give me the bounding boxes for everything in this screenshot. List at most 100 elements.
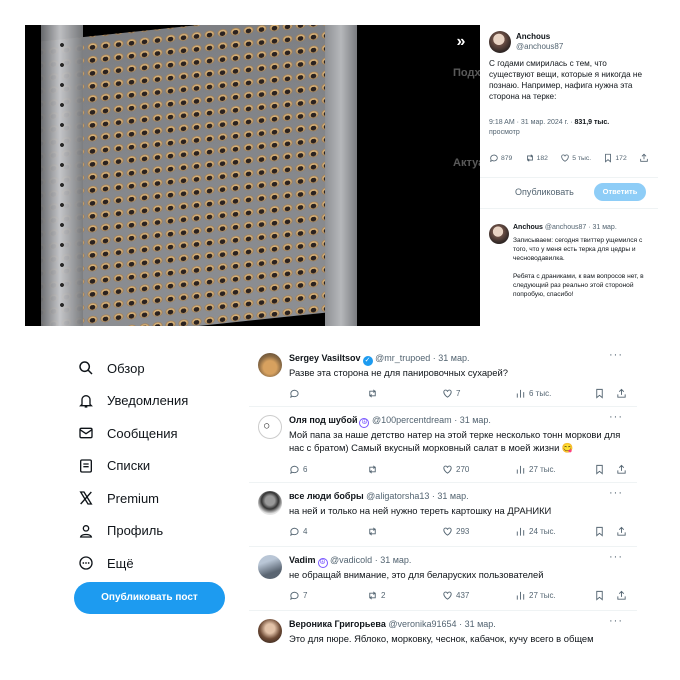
more-options-icon[interactable]: ··· [609, 615, 623, 627]
reply-text: на ней и только на ней нужно тереть карт… [289, 505, 552, 516]
reply-action[interactable] [289, 388, 303, 399]
more-options-icon[interactable]: ··· [609, 411, 623, 423]
reply-author-name[interactable]: Оля под шубой [289, 415, 357, 425]
sidebar-item-more[interactable]: Ещё [77, 547, 237, 580]
reply-text: Мой папа за наше детство натер на этой т… [289, 429, 621, 453]
repost-action[interactable] [367, 526, 381, 537]
more-options-icon[interactable]: ··· [609, 487, 623, 499]
author-handle[interactable]: @anchous87 [516, 42, 563, 52]
author-name[interactable]: Anchous [516, 32, 563, 42]
thread-reply-paragraph: Записываем: сегодня твиттер ущемился с т… [513, 237, 643, 262]
sidebar-item-explore[interactable]: Обзор [77, 352, 237, 385]
repost-action[interactable] [367, 388, 381, 399]
views-count: 24 тыс. [529, 527, 556, 536]
reply-date: · 31 мар. [432, 353, 470, 363]
list-item[interactable]: все люди бобры @aligatorsha13 · 31 мар. … [249, 483, 637, 547]
reply-author-handle[interactable]: @100percentdream [372, 415, 452, 425]
publish-post-button[interactable]: Опубликовать пост [74, 582, 225, 614]
chevrons-right-icon[interactable]: » [450, 31, 472, 53]
repost-icon [369, 527, 376, 536]
share-action[interactable] [616, 526, 627, 537]
share-action[interactable] [639, 153, 649, 163]
views-count: 27 тыс. [529, 591, 556, 600]
repost-count: 182 [536, 154, 548, 162]
author-handle[interactable]: @anchous87 [545, 224, 586, 231]
list-item[interactable]: Sergey Vasiltsov ✓ @mr_trupoed · 31 мар. … [249, 345, 637, 407]
reply-author-name[interactable]: Vadim [289, 555, 316, 565]
like-action[interactable]: 7 [442, 388, 460, 399]
avatar[interactable] [258, 555, 282, 579]
heart-icon [443, 527, 452, 536]
tweet-author[interactable]: Anchous @anchous87 [489, 31, 563, 53]
sidebar-item-messages[interactable]: Сообщения [77, 417, 237, 450]
tweet-time[interactable]: 9:18 AM · 31 мар. 2024 г. · [489, 119, 575, 126]
bookmark-action[interactable] [594, 590, 605, 601]
list-icon [77, 457, 95, 475]
reply-header: Vadim ☮ @vadicold · 31 мар. [289, 555, 411, 568]
avatar[interactable] [258, 619, 282, 643]
share-action[interactable] [616, 464, 627, 475]
reply-icon [290, 527, 299, 537]
reply-author-handle[interactable]: @aligatorsha13 [366, 491, 429, 501]
reply-author-handle[interactable]: @vadicold [330, 555, 372, 565]
avatar[interactable] [489, 224, 509, 244]
reply-author-handle[interactable]: @veronika91654 [388, 619, 456, 629]
like-action[interactable]: 437 [442, 590, 469, 601]
like-action[interactable]: 293 [442, 526, 469, 537]
reply-text: Разве эта сторона не для панировочных су… [289, 367, 508, 378]
avatar[interactable] [489, 31, 511, 53]
reply-action[interactable]: 7 [289, 590, 307, 601]
envelope-icon [77, 424, 95, 442]
sidebar-item-profile[interactable]: Профиль [77, 515, 237, 548]
sidebar-item-label: Сообщения [107, 425, 178, 441]
share-action[interactable] [616, 590, 627, 601]
share-action[interactable] [616, 388, 627, 399]
like-action[interactable]: 5 тыс. [560, 153, 591, 163]
bookmark-action[interactable]: 172 [603, 153, 627, 163]
reply-author-name[interactable]: все люди бобры [289, 491, 364, 501]
grater-side-edge [41, 25, 83, 326]
sidebar-item-premium[interactable]: Premium [77, 482, 237, 515]
author-name[interactable]: Anchous [513, 224, 543, 231]
share-icon [640, 153, 648, 162]
reply-input[interactable]: Опубликовать [515, 187, 574, 197]
avatar[interactable] [258, 415, 282, 439]
like-action[interactable]: 270 [442, 464, 469, 475]
reply-submit-button[interactable]: Ответить [594, 183, 646, 201]
tweet-media-image[interactable]: Подход Актуал » [25, 25, 480, 326]
x-logo-icon [77, 489, 95, 507]
bookmark-action[interactable] [594, 464, 605, 475]
reply-author-handle[interactable]: @mr_trupoed [375, 353, 430, 363]
sidebar-item-label: Списки [107, 458, 151, 474]
views-action[interactable]: 27 тыс. [515, 464, 556, 475]
views-action[interactable]: 24 тыс. [515, 526, 556, 537]
bookmark-action[interactable] [594, 526, 605, 537]
more-options-icon[interactable]: ··· [609, 349, 623, 361]
more-options-icon[interactable]: ··· [609, 551, 623, 563]
views-action[interactable]: 27 тыс. [515, 590, 556, 601]
avatar[interactable] [258, 491, 282, 515]
reply-action[interactable]: 6 [289, 464, 307, 475]
reply-author-name[interactable]: Вероника Григорьева [289, 619, 386, 629]
repost-action[interactable]: 2 [367, 590, 385, 601]
background-ghost-text: Подход [453, 67, 480, 79]
views-action[interactable]: 6 тыс. [515, 388, 551, 399]
sidebar-item-notifications[interactable]: Уведомления [77, 385, 237, 418]
repost-action[interactable]: 182 [525, 153, 548, 163]
list-item[interactable]: Оля под шубой ☮ @100percentdream · 31 мар… [249, 407, 637, 483]
sidebar-item-label: Обзор [107, 360, 145, 376]
list-item[interactable]: Vadim ☮ @vadicold · 31 мар. ··· не обраща… [249, 547, 637, 611]
like-count: 7 [456, 389, 461, 398]
repost-action[interactable] [367, 464, 381, 475]
bookmark-icon [596, 590, 603, 601]
reply-author-name[interactable]: Sergey Vasiltsov [289, 353, 361, 363]
sidebar-item-lists[interactable]: Списки [77, 450, 237, 483]
reply-icon [290, 591, 299, 601]
bookmark-action[interactable] [594, 388, 605, 399]
avatar[interactable] [258, 353, 282, 377]
reply-action[interactable]: 879 [489, 153, 512, 163]
reply-action[interactable]: 4 [289, 526, 307, 537]
reply-icon [490, 154, 498, 163]
like-count: 293 [456, 527, 470, 536]
list-item[interactable]: Вероника Григорьева @veronika91654 · 31 … [249, 611, 637, 671]
